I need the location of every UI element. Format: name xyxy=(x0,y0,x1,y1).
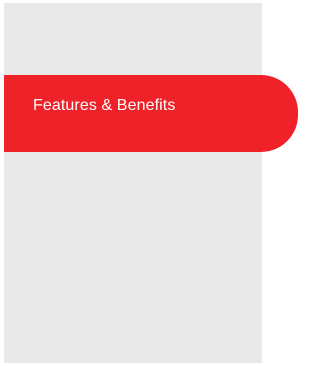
menu-item-label: Features & Benefits xyxy=(33,96,176,114)
side-menu-panel xyxy=(4,3,262,363)
page: Features & Benefits xyxy=(0,0,298,366)
menu-item-features-benefits[interactable]: Features & Benefits xyxy=(4,75,298,152)
